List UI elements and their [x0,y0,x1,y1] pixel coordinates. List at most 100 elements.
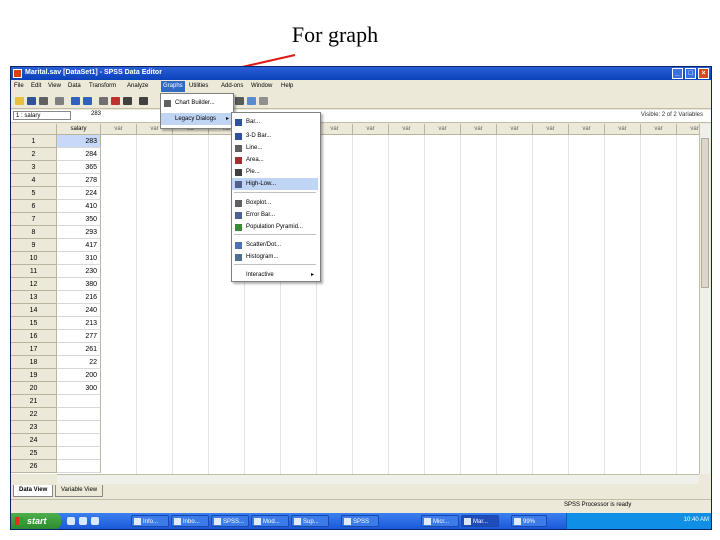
title-bar[interactable]: Marital.sav [DataSet1] - SPSS Data Edito… [11,67,711,80]
value-labels-icon[interactable] [247,97,256,105]
quicklaunch-media-icon[interactable] [91,517,99,525]
salary-cell[interactable] [57,408,101,421]
menu-item-histogram[interactable]: Histogram... [232,251,318,263]
row-header[interactable]: 5 [11,187,57,200]
taskbar-task[interactable]: 99% [511,515,547,527]
row-header[interactable]: 8 [11,226,57,239]
print-icon[interactable] [39,97,48,105]
menu-help[interactable]: Help [281,83,293,89]
salary-cell[interactable]: 277 [57,330,101,343]
tab-data-view[interactable]: Data View [13,485,54,497]
taskbar-task[interactable]: Inbo... [171,515,209,527]
salary-cell[interactable]: 200 [57,369,101,382]
salary-cell[interactable] [57,447,101,460]
menu-item-legacy-dialogs[interactable]: Legacy Dialogs ▸ [161,113,233,125]
salary-cell[interactable]: 283 [57,135,101,148]
column-header-var[interactable]: var [677,124,701,135]
tab-variable-view[interactable]: Variable View [55,485,104,497]
quicklaunch-desktop-icon[interactable] [79,517,87,525]
quicklaunch-ie-icon[interactable] [67,517,75,525]
row-header[interactable]: 6 [11,200,57,213]
find-icon[interactable] [123,97,132,105]
minimize-button[interactable]: _ [672,68,683,79]
menu-data[interactable]: Data [68,83,81,89]
menu-item-line[interactable]: Line... [232,142,318,154]
salary-cell[interactable]: 22 [57,356,101,369]
row-header[interactable]: 26 [11,460,57,473]
menu-graphs[interactable]: Graphs [161,81,185,92]
cell-value-input[interactable]: 283 [91,111,101,117]
menu-item-3d-bar[interactable]: 3-D Bar... [232,130,318,142]
menu-item-error-bar[interactable]: Error Bar... [232,209,318,221]
row-header[interactable]: 19 [11,369,57,382]
menu-item-bar[interactable]: Bar... [232,116,318,128]
menu-item-interactive[interactable]: Interactive ▸ [232,269,318,281]
menu-item-area[interactable]: Area... [232,154,318,166]
menu-edit[interactable]: Edit [31,83,41,89]
column-header-var[interactable]: var [497,124,533,135]
row-header[interactable]: 15 [11,317,57,330]
menu-item-scatter[interactable]: Scatter/Dot... [232,239,318,251]
maximize-button[interactable]: □ [685,68,696,79]
close-button[interactable]: × [698,68,709,79]
column-header-var[interactable]: var [353,124,389,135]
row-header[interactable]: 23 [11,421,57,434]
row-header[interactable]: 9 [11,239,57,252]
menu-file[interactable]: File [14,83,24,89]
row-header[interactable]: 22 [11,408,57,421]
insert-cases-icon[interactable] [139,97,148,105]
row-header[interactable]: 2 [11,148,57,161]
taskbar-task[interactable]: SPSS [341,515,379,527]
menu-item-chart-builder[interactable]: Chart Builder... [161,97,233,109]
scroll-thumb[interactable] [701,138,709,288]
salary-cell[interactable]: 293 [57,226,101,239]
menu-analyze[interactable]: Analyze [127,83,148,89]
taskbar-task[interactable]: SPSS... [211,515,249,527]
redo-icon[interactable] [83,97,92,105]
salary-cell[interactable]: 261 [57,343,101,356]
undo-icon[interactable] [71,97,80,105]
row-header[interactable]: 4 [11,174,57,187]
row-header[interactable]: 25 [11,447,57,460]
row-header[interactable]: 1 [11,135,57,148]
column-header-salary[interactable]: salary [57,124,101,135]
menu-view[interactable]: View [48,83,61,89]
menu-window[interactable]: Window [251,83,272,89]
row-header[interactable]: 11 [11,265,57,278]
row-header[interactable]: 12 [11,278,57,291]
column-header-var[interactable]: var [533,124,569,135]
column-header-var[interactable]: var [425,124,461,135]
salary-cell[interactable]: 365 [57,161,101,174]
column-header-var[interactable]: var [461,124,497,135]
dialog-recall-icon[interactable] [55,97,64,105]
data-grid[interactable]: salary 1 283 2 284 3 365 4 278 5 224 6 410 7 350 8 293 9… [11,124,701,474]
salary-cell[interactable]: 417 [57,239,101,252]
column-header-var[interactable]: var [605,124,641,135]
column-header-var[interactable]: var [317,124,353,135]
salary-cell[interactable]: 216 [57,291,101,304]
salary-cell[interactable]: 380 [57,278,101,291]
save-icon[interactable] [27,97,36,105]
row-header[interactable]: 10 [11,252,57,265]
vertical-scrollbar[interactable] [699,124,710,474]
column-header-var[interactable]: var [641,124,677,135]
use-sets-icon[interactable] [259,97,268,105]
split-file-icon[interactable] [235,97,244,105]
column-header-var[interactable]: var [569,124,605,135]
menu-item-pie[interactable]: Pie... [232,166,318,178]
row-header[interactable]: 17 [11,343,57,356]
salary-cell[interactable] [57,421,101,434]
taskbar-task[interactable]: Sup... [291,515,329,527]
row-header[interactable]: 7 [11,213,57,226]
row-header[interactable]: 3 [11,161,57,174]
column-header-var[interactable]: var [101,124,137,135]
row-header[interactable]: 18 [11,356,57,369]
goto-case-icon[interactable] [99,97,108,105]
row-header[interactable]: 14 [11,304,57,317]
salary-cell[interactable]: 350 [57,213,101,226]
menu-item-high-low[interactable]: High-Low... [232,178,318,190]
salary-cell[interactable]: 284 [57,148,101,161]
salary-cell[interactable] [57,434,101,447]
row-header[interactable]: 21 [11,395,57,408]
menu-transform[interactable]: Transform [89,83,116,89]
